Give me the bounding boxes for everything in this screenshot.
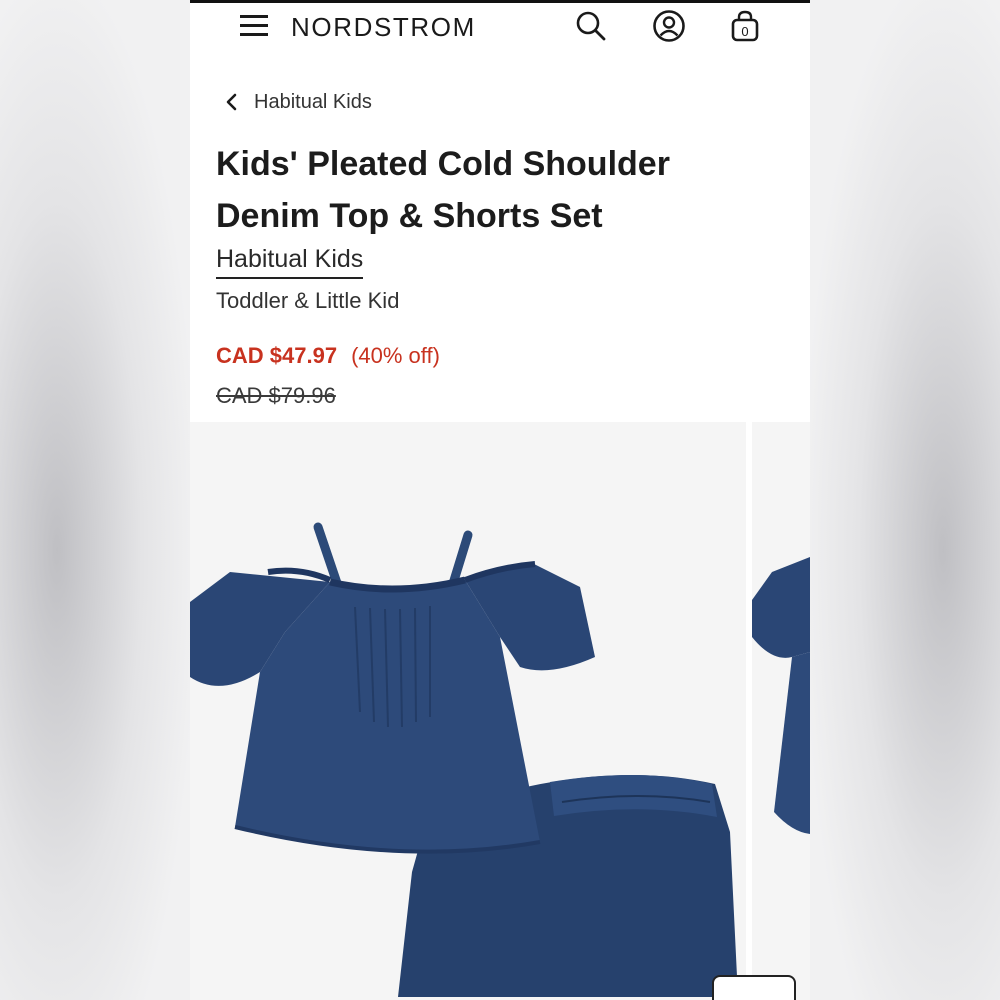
product-title: Kids' Pleated Cold Shoulder Denim Top & … xyxy=(216,145,670,235)
phone-screen: NORDSTROM 0 Habitual Kids Kids' Pleated … xyxy=(190,0,810,1000)
nordstrom-logo[interactable]: NORDSTROM xyxy=(291,12,476,43)
breadcrumb-label: Habitual Kids xyxy=(254,90,372,113)
sale-price: CAD $47.97 xyxy=(216,343,338,368)
search-icon[interactable] xyxy=(574,9,608,43)
hamburger-menu-icon[interactable] xyxy=(240,13,268,39)
denim-top-partial-photo[interactable] xyxy=(752,422,810,1000)
original-price: CAD $79.96 xyxy=(216,383,336,408)
discount-badge: (40% off) xyxy=(351,343,440,368)
account-icon[interactable] xyxy=(652,9,686,43)
product-gallery xyxy=(190,422,810,1000)
size-range: Toddler & Little Kid xyxy=(216,288,400,313)
background-left xyxy=(0,0,190,1000)
corner-action-button[interactable] xyxy=(712,975,796,1000)
breadcrumb[interactable]: Habitual Kids xyxy=(224,88,372,116)
site-header: NORDSTROM 0 xyxy=(190,3,810,51)
background-right xyxy=(810,0,1000,1000)
shopping-bag-icon[interactable]: 0 xyxy=(728,9,762,43)
brand-link[interactable]: Habitual Kids xyxy=(216,245,364,279)
price-row: CAD $47.97 (40% off) xyxy=(216,343,440,369)
bag-count: 0 xyxy=(741,24,748,39)
chevron-left-icon xyxy=(226,93,237,111)
denim-top-shorts-set-photo[interactable] xyxy=(190,422,746,1000)
